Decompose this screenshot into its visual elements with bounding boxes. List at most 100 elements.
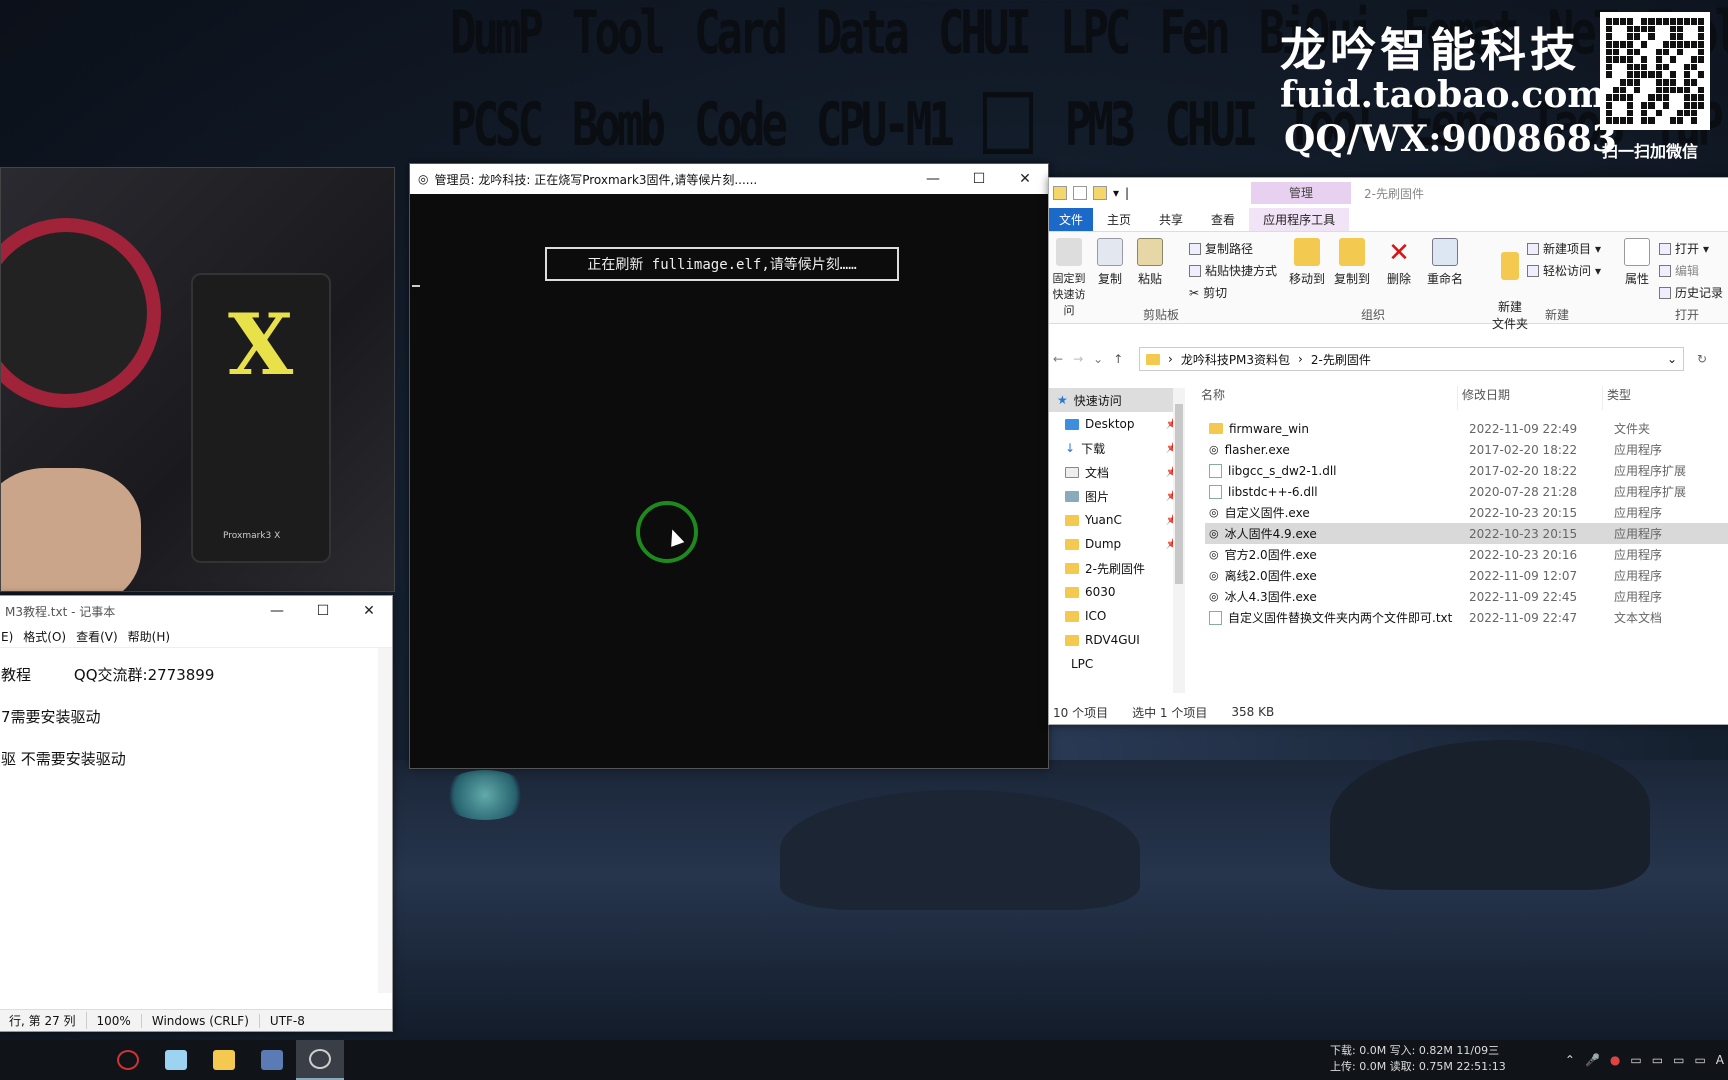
- taskbar-app-explorer[interactable]: [200, 1040, 248, 1080]
- nav-item[interactable]: ICO: [1049, 604, 1184, 628]
- nav-item[interactable]: Dump 📌: [1049, 532, 1184, 556]
- maximize-button[interactable]: ☐: [956, 164, 1002, 194]
- nav-item[interactable]: LPC: [1049, 652, 1184, 676]
- move-to-button[interactable]: 移动到: [1289, 238, 1325, 287]
- column-date[interactable]: 修改日期: [1457, 386, 1602, 410]
- paste-label: 粘贴: [1137, 272, 1162, 286]
- taskbar-app-network[interactable]: [248, 1040, 296, 1080]
- menu-edit[interactable]: E): [1, 630, 13, 644]
- new-folder-button[interactable]: 新建 文件夹: [1489, 238, 1531, 332]
- net-stats-line: 下载: 0.0M 写入: 0.82M 11/09三: [1330, 1044, 1500, 1057]
- history-button[interactable]: 历史记录: [1659, 284, 1723, 301]
- qat-dropdown-icon[interactable]: ▾: [1113, 186, 1119, 200]
- microphone-icon[interactable]: 🎤: [1585, 1053, 1600, 1067]
- tray-app-icon[interactable]: ▭: [1694, 1053, 1705, 1067]
- rename-button[interactable]: 重命名: [1427, 238, 1463, 287]
- recorder-icon[interactable]: ●: [1610, 1053, 1620, 1067]
- nav-scroll-thumb[interactable]: [1175, 404, 1183, 584]
- taskbar-app-notepad[interactable]: [152, 1040, 200, 1080]
- taskbar-app-console[interactable]: [296, 1040, 344, 1080]
- column-name[interactable]: 名称: [1197, 386, 1457, 410]
- nav-item[interactable]: Desktop 📌: [1049, 412, 1184, 436]
- table-row[interactable]: ◎ 冰人4.3固件.exe 2022-11-09 22:45 应用程序: [1205, 586, 1728, 607]
- edit-button[interactable]: 编辑: [1659, 262, 1699, 279]
- table-row[interactable]: ◎ flasher.exe 2017-02-20 18:22 应用程序: [1205, 439, 1728, 460]
- chevron-down-icon[interactable]: ⌄: [1667, 352, 1677, 366]
- tab-file[interactable]: 文件: [1049, 208, 1094, 231]
- new-folder-icon[interactable]: [1093, 186, 1107, 200]
- tab-share[interactable]: 共享: [1145, 208, 1197, 231]
- column-type[interactable]: 类型: [1602, 386, 1728, 410]
- nav-scrollbar[interactable]: [1173, 388, 1185, 693]
- nav-item[interactable]: ↓ 下载 📌: [1049, 436, 1184, 460]
- menu-view[interactable]: 查看(V): [76, 628, 118, 645]
- tab-app-tools[interactable]: 应用程序工具: [1249, 208, 1350, 231]
- input-method-indicator[interactable]: A: [1716, 1053, 1724, 1067]
- nav-item[interactable]: 文档 📌: [1049, 460, 1184, 484]
- cut-button[interactable]: ✂ 剪切: [1189, 284, 1227, 301]
- back-arrow-icon[interactable]: ←: [1053, 352, 1063, 366]
- minimize-button[interactable]: —: [254, 596, 300, 626]
- delete-button[interactable]: ✕ 删除: [1387, 238, 1411, 287]
- copy-to-button[interactable]: 复制到: [1334, 238, 1370, 287]
- file-name: 冰人固件4.9.exe: [1224, 527, 1317, 541]
- nav-item[interactable]: YuanC 📌: [1049, 508, 1184, 532]
- easy-access-button[interactable]: 轻松访问 ▾: [1527, 262, 1601, 279]
- menu-format[interactable]: 格式(O): [23, 628, 66, 645]
- taskbar-app-proxmark[interactable]: [104, 1040, 152, 1080]
- nav-item[interactable]: RDV4GUI: [1049, 628, 1184, 652]
- nav-item[interactable]: 6030: [1049, 580, 1184, 604]
- table-row[interactable]: ◎ 冰人固件4.9.exe 2022-10-23 20:15 应用程序: [1205, 523, 1728, 544]
- maximize-button[interactable]: ☐: [300, 596, 346, 626]
- close-button[interactable]: ✕: [1002, 164, 1048, 194]
- chevron-down-icon[interactable]: ⌄: [1093, 352, 1103, 366]
- up-arrow-icon[interactable]: ↑: [1113, 352, 1123, 366]
- tray-app-icon[interactable]: ▭: [1630, 1053, 1641, 1067]
- console-titlebar[interactable]: ◎ 管理员: 龙吟科技: 正在烧写Proxmark3固件,请等候片刻......…: [410, 164, 1048, 194]
- tab-view[interactable]: 查看: [1197, 208, 1249, 231]
- paste-shortcut-button[interactable]: 粘贴快捷方式: [1189, 262, 1277, 279]
- copy-path-button[interactable]: 复制路径: [1189, 240, 1253, 257]
- nav-item[interactable]: 图片 📌: [1049, 484, 1184, 508]
- folder-icon[interactable]: [1053, 186, 1067, 200]
- tray-app-icon[interactable]: ▭: [1673, 1053, 1684, 1067]
- table-row[interactable]: ◎ 官方2.0固件.exe 2022-10-23 20:16 应用程序: [1205, 544, 1728, 565]
- chevron-up-icon[interactable]: ⌃: [1565, 1053, 1575, 1067]
- table-row[interactable]: libstdc++-6.dll 2020-07-28 21:28 应用程序扩展: [1205, 481, 1728, 502]
- properties-icon[interactable]: [1073, 186, 1087, 200]
- address-bar[interactable]: › 龙吟科技PM3资料包 › 2-先刷固件 ⌄: [1139, 347, 1684, 371]
- file-explorer-window[interactable]: ▾ | 管理 2-先刷固件 文件 主页 共享 查看 应用程序工具 固定到快速访问…: [1048, 177, 1728, 725]
- new-item-button[interactable]: 新建项目 ▾: [1527, 240, 1601, 257]
- table-row[interactable]: 自定义固件替换文件夹内两个文件即可.txt 2022-11-09 22:47 文本文…: [1205, 607, 1728, 628]
- notepad-window[interactable]: M3教程.txt - 记事本 — ☐ ✕ E) 格式(O) 查看(V) 帮助(H…: [0, 595, 393, 1032]
- cam-device-label: Proxmark3 X: [223, 531, 281, 541]
- refresh-icon[interactable]: ↻: [1697, 352, 1707, 366]
- line-ending: Windows (CRLF): [142, 1013, 260, 1028]
- breadcrumb-item[interactable]: 2-先刷固件: [1311, 351, 1371, 368]
- nav-item[interactable]: 2-先刷固件: [1049, 556, 1184, 580]
- pin-quick-access-button[interactable]: 固定到快速访问: [1049, 238, 1089, 318]
- table-row[interactable]: firmware_win 2022-11-09 22:49 文件夹: [1205, 418, 1728, 439]
- notepad-scrollbar[interactable]: [378, 648, 392, 993]
- table-row[interactable]: libgcc_s_dw2-1.dll 2017-02-20 18:22 应用程序扩展: [1205, 460, 1728, 481]
- exe-icon: ◎: [1209, 443, 1219, 456]
- paste-button[interactable]: 粘贴: [1137, 238, 1163, 287]
- forward-arrow-icon[interactable]: →: [1073, 352, 1083, 366]
- notepad-text-area[interactable]: 教程 QQ交流群:2773899 7需要安装驱动 驱 不需要安装驱动: [0, 648, 378, 993]
- nav-item[interactable]: ★ 快速访问: [1049, 388, 1184, 412]
- copy-button[interactable]: 复制: [1097, 238, 1123, 287]
- nav-item-label: Dump: [1085, 537, 1122, 551]
- tray-app-icon[interactable]: ▭: [1652, 1053, 1663, 1067]
- table-row[interactable]: ◎ 离线2.0固件.exe 2022-11-09 12:07 应用程序: [1205, 565, 1728, 586]
- menu-help[interactable]: 帮助(H): [128, 628, 170, 645]
- tab-home[interactable]: 主页: [1093, 208, 1145, 231]
- open-button[interactable]: 打开 ▾: [1659, 240, 1709, 257]
- copy-path-label: 复制路径: [1205, 242, 1254, 256]
- console-window[interactable]: ◎ 管理员: 龙吟科技: 正在烧写Proxmark3固件,请等候片刻......…: [409, 163, 1049, 769]
- minimize-button[interactable]: —: [910, 164, 956, 194]
- close-button[interactable]: ✕: [346, 596, 392, 626]
- table-row[interactable]: ◎ 自定义固件.exe 2022-10-23 20:15 应用程序: [1205, 502, 1728, 523]
- notepad-titlebar[interactable]: M3教程.txt - 记事本 — ☐ ✕: [0, 596, 392, 626]
- properties-button[interactable]: 属性: [1624, 238, 1650, 287]
- breadcrumb-item[interactable]: 龙吟科技PM3资料包: [1181, 351, 1290, 368]
